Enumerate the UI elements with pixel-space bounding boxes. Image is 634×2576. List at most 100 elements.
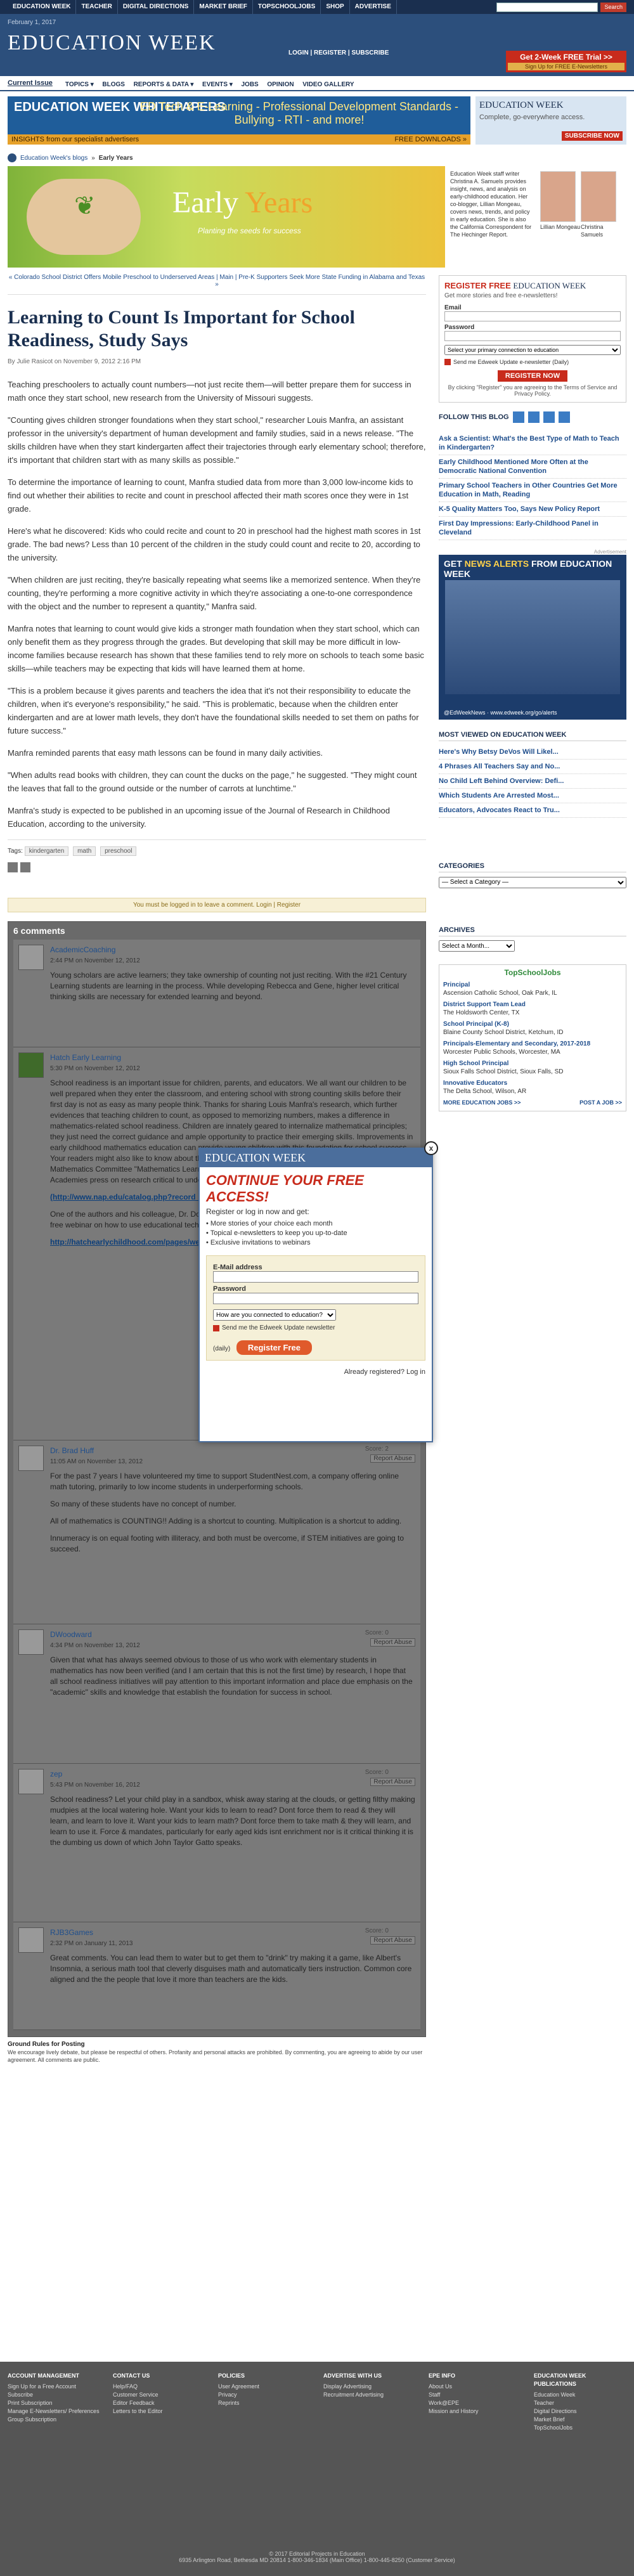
search-input[interactable] — [496, 2, 598, 12]
job-title[interactable]: Innovative Educators — [443, 1079, 622, 1087]
report-abuse-button[interactable]: Report Abuse — [370, 1778, 415, 1786]
current-issue-link[interactable]: Current Issue — [8, 79, 53, 87]
previous-post-link[interactable]: « Colorado School District Offers Mobile… — [9, 274, 214, 281]
footer-link[interactable]: Work@EPE — [429, 2399, 521, 2407]
footer-link[interactable]: Mission and History — [429, 2407, 521, 2416]
job-listing[interactable]: District Support Team Lead The Holdsworth… — [443, 1000, 622, 1017]
related-link[interactable]: First Day Impressions: Early-Childhood P… — [439, 517, 626, 540]
footer-link[interactable]: About Us — [429, 2383, 521, 2391]
whitepapers-ad-downloads[interactable]: FREE DOWNLOADS » — [394, 136, 467, 143]
report-abuse-button[interactable]: Report Abuse — [370, 1936, 415, 1945]
footer-link[interactable]: Editor Feedback — [113, 2399, 205, 2407]
job-title[interactable]: School Principal (K-8) — [443, 1020, 622, 1028]
related-link[interactable]: Early Childhood Mentioned More Often at … — [439, 455, 626, 479]
top-nav-item[interactable]: EDUCATION WEEK — [8, 0, 77, 14]
footer-link[interactable]: Manage E-Newsletters/ Preferences — [8, 2407, 100, 2416]
register-now-button[interactable]: REGISTER NOW — [498, 370, 567, 382]
already-registered-link[interactable]: Already registered? Log in — [200, 1366, 432, 1378]
next-post-link[interactable]: Pre-K Supporters Seek More State Funding… — [215, 274, 425, 288]
job-listing[interactable]: High School Principal Sioux Falls School … — [443, 1059, 622, 1076]
twitter-icon[interactable] — [527, 411, 540, 423]
facebook-icon[interactable] — [543, 411, 555, 423]
modal-password-field[interactable] — [213, 1293, 418, 1304]
most-viewed-link[interactable]: 4 Phrases All Teachers Say and No... — [439, 760, 626, 774]
modal-email-field[interactable] — [213, 1271, 418, 1283]
related-link[interactable]: K-5 Quality Matters Too, Says New Policy… — [439, 502, 626, 517]
job-listing[interactable]: Principals-Elementary and Secondary, 201… — [443, 1040, 622, 1056]
comment-author[interactable]: zep — [50, 1769, 415, 1780]
topschooljobs-logo[interactable]: TopSchoolJobs — [443, 969, 622, 977]
footer-link[interactable]: Sign Up for a Free Account — [8, 2383, 100, 2391]
post-job-link[interactable]: POST A JOB >> — [579, 1099, 622, 1107]
search-button[interactable]: Search — [600, 2, 626, 12]
report-abuse-button[interactable]: Report Abuse — [370, 1638, 415, 1647]
top-nav-item[interactable]: MARKET BRIEF — [194, 0, 253, 14]
footer-link[interactable]: Display Advertising — [323, 2383, 416, 2391]
rss-icon[interactable] — [512, 411, 524, 423]
comment-author[interactable]: RJB3Games — [50, 1927, 415, 1938]
top-nav-item[interactable]: TOPSCHOOLJOBS — [253, 0, 321, 14]
footer-link[interactable]: Privacy — [218, 2391, 311, 2399]
connection-select[interactable]: Select your primary connection to educat… — [444, 345, 621, 355]
footer-link[interactable]: Reprints — [218, 2399, 311, 2407]
main-nav-item[interactable]: OPINION — [267, 81, 294, 88]
job-title[interactable]: Principals-Elementary and Secondary, 201… — [443, 1040, 622, 1048]
job-title[interactable]: Principal — [443, 981, 622, 989]
main-nav-item[interactable]: BLOGS — [102, 81, 125, 88]
trial-promo-title[interactable]: Get 2-Week FREE Trial >> — [508, 53, 624, 61]
job-title[interactable]: High School Principal — [443, 1059, 622, 1068]
footer-link[interactable]: Group Subscription — [8, 2416, 100, 2424]
subscribe-ad[interactable]: EDUCATION WEEK Complete, go-everywhere a… — [476, 96, 626, 145]
comment-author[interactable]: Dr. Brad Huff — [50, 1446, 415, 1456]
most-viewed-link[interactable]: Which Students Are Arrested Most... — [439, 789, 626, 803]
print-icon[interactable] — [8, 862, 18, 872]
footer-link[interactable]: Help/FAQ — [113, 2383, 205, 2391]
share-icon[interactable] — [558, 411, 570, 423]
footer-link[interactable]: Letters to the Editor — [113, 2407, 205, 2416]
password-field[interactable] — [444, 331, 621, 341]
news-alerts-ad[interactable]: GET NEWS ALERTS FROM EDUCATION WEEK @EdW… — [439, 555, 626, 720]
footer-link[interactable]: Digital Directions — [534, 2407, 626, 2416]
email-field[interactable] — [444, 311, 621, 321]
author-name[interactable]: Christina Samuels — [581, 223, 619, 238]
main-nav-item[interactable]: EVENTS ▾ — [202, 81, 233, 88]
job-title[interactable]: District Support Team Lead — [443, 1000, 622, 1009]
most-viewed-link[interactable]: Educators, Advocates React to Tru... — [439, 803, 626, 818]
email-icon[interactable] — [20, 862, 30, 872]
register-free-button[interactable]: Register Free — [236, 1340, 312, 1355]
footer-link[interactable]: Recruitment Advertising — [323, 2391, 416, 2399]
footer-link[interactable]: Customer Service — [113, 2391, 205, 2399]
archives-select[interactable]: Select a Month... — [439, 940, 515, 952]
tag-link[interactable]: math — [73, 846, 96, 856]
whitepapers-ad[interactable]: EDUCATION WEEK WHITEPAPERS ED Tech & E-L… — [8, 96, 470, 145]
modal-newsletter-checkbox[interactable]: Send me the Edweek Update newsletter — [213, 1324, 418, 1331]
auth-links[interactable]: LOGIN | REGISTER | SUBSCRIBE — [288, 49, 389, 56]
job-listing[interactable]: Principal Ascension Catholic School, Oak … — [443, 981, 622, 997]
footer-link[interactable]: Staff — [429, 2391, 521, 2399]
footer-link[interactable]: Subscribe — [8, 2391, 100, 2399]
job-listing[interactable]: Innovative Educators The Delta School, Wi… — [443, 1079, 622, 1096]
comment-author[interactable]: AcademicCoaching — [50, 945, 415, 955]
related-link[interactable]: Primary School Teachers in Other Countri… — [439, 479, 626, 502]
footer-link[interactable]: Teacher — [534, 2399, 626, 2407]
comment-author[interactable]: DWoodward — [50, 1629, 415, 1640]
subscribe-now-button[interactable]: SUBSCRIBE NOW — [561, 131, 623, 141]
breadcrumb-blogs[interactable]: Education Week's blogs — [20, 155, 87, 162]
main-nav-item[interactable]: JOBS — [241, 81, 258, 88]
footer-link[interactable]: TopSchoolJobs — [534, 2424, 626, 2432]
news-alerts-ad-footer[interactable]: @EdWeekNews · www.edweek.org/go/alerts — [444, 709, 557, 716]
close-icon[interactable]: x — [424, 1141, 438, 1155]
tag-link[interactable]: preschool — [100, 846, 137, 856]
checkbox-icon[interactable] — [444, 359, 451, 365]
related-link[interactable]: Ask a Scientist: What's the Best Type of… — [439, 432, 626, 455]
footer-link[interactable]: Print Subscription — [8, 2399, 100, 2407]
top-nav-item[interactable]: DIGITAL DIRECTIONS — [118, 0, 195, 14]
main-nav-item[interactable]: REPORTS & DATA ▾ — [134, 81, 194, 88]
most-viewed-link[interactable]: No Child Left Behind Overview: Defi... — [439, 774, 626, 789]
top-nav-item[interactable]: SHOP — [321, 0, 350, 14]
modal-connection-select[interactable]: How are you connected to education? — [213, 1309, 337, 1321]
newsletter-checkbox[interactable]: Send me Edweek Update e-newsletter (Dail… — [444, 359, 621, 365]
trial-promo[interactable]: Get 2-Week FREE Trial >> Sign Up for FRE… — [506, 51, 626, 72]
main-link[interactable]: Main — [219, 274, 233, 281]
more-jobs-link[interactable]: MORE EDUCATION JOBS >> — [443, 1099, 521, 1107]
